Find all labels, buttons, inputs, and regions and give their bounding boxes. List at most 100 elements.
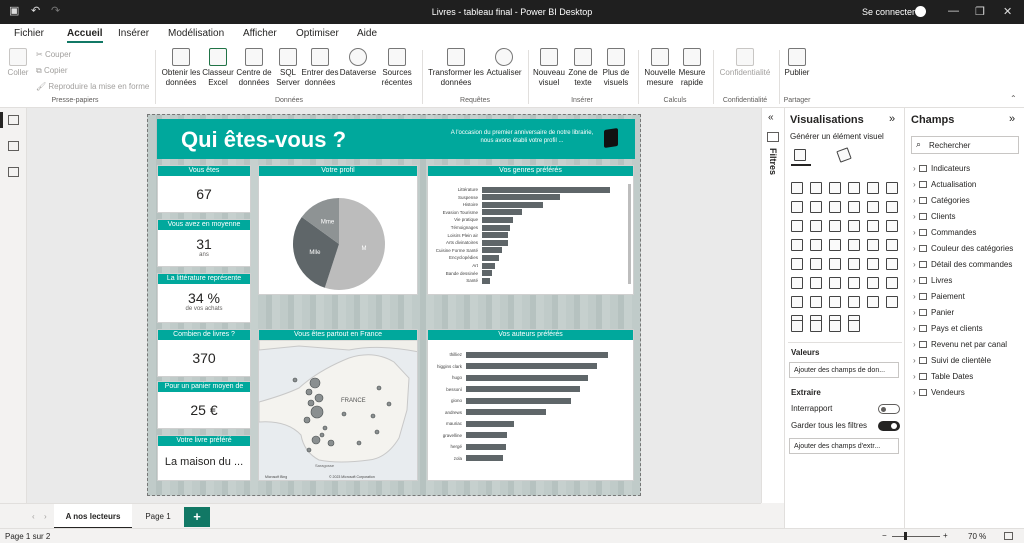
field-table-item[interactable]: › Couleur des catégories [913, 244, 1013, 253]
visual-type-icon[interactable] [791, 277, 803, 289]
avatar[interactable] [915, 6, 926, 17]
field-table-item[interactable]: › Détail des commandes [913, 260, 1012, 269]
get-data-button[interactable]: Obtenir les données [160, 48, 202, 88]
datahub-button[interactable]: Centre de données [235, 48, 273, 88]
bar[interactable] [466, 443, 506, 450]
bar[interactable] [466, 351, 608, 358]
quick-measure-button[interactable]: Mesure rapide [677, 48, 707, 88]
visual-type-icon[interactable] [886, 258, 898, 270]
dataverse-button[interactable]: Dataverse [339, 48, 377, 78]
visual-type-icon[interactable] [791, 220, 803, 232]
bar[interactable] [482, 232, 508, 239]
visual-type-icon[interactable] [829, 182, 841, 194]
bar[interactable] [482, 270, 493, 277]
kpi-card-basket[interactable]: Pour un panier moyen de 25 € [157, 381, 251, 429]
filters-pane-collapsed[interactable]: « Filtres [761, 108, 784, 503]
sensitivity-button[interactable]: Confidentialité [716, 48, 774, 78]
visual-type-icon[interactable] [791, 201, 803, 213]
restore-icon[interactable]: ❐ [975, 5, 985, 18]
zoom-out-icon[interactable]: − [882, 531, 887, 540]
refresh-button[interactable]: Actualiser [485, 48, 523, 78]
custom-visual-icon[interactable] [829, 320, 841, 332]
kpi-card-literature[interactable]: La littérature représente 34 % de vos ac… [157, 273, 251, 323]
more-visuals-button[interactable]: Plus de visuels [600, 48, 632, 88]
field-table-item[interactable]: › Suivi de clientèle [913, 356, 991, 365]
visual-type-icon[interactable] [829, 220, 841, 232]
bar[interactable] [482, 254, 499, 261]
map-bubble[interactable] [303, 416, 311, 424]
tab-afficher[interactable]: Afficher [243, 28, 277, 39]
field-table-item[interactable]: › Pays et clients [913, 324, 983, 333]
map-bubble[interactable] [322, 425, 328, 431]
format-painter-button[interactable]: 🖌 Reproduire la mise en forme [36, 82, 149, 91]
visual-type-icon[interactable] [867, 296, 879, 308]
keep-filters-toggle[interactable] [878, 421, 900, 431]
visual-type-icon[interactable] [791, 239, 803, 251]
visual-type-icon[interactable] [867, 220, 879, 232]
build-visual-tab[interactable] [791, 146, 811, 166]
visual-type-icon[interactable] [829, 258, 841, 270]
visual-type-icon[interactable] [886, 277, 898, 289]
signin-link[interactable]: Se connecter [862, 7, 915, 17]
field-table-item[interactable]: › Livres [913, 276, 952, 285]
zoom-slider[interactable] [892, 536, 940, 537]
visual-type-icon[interactable] [848, 239, 860, 251]
format-visual-tab[interactable] [835, 146, 855, 166]
bar[interactable] [482, 209, 522, 216]
next-page-icon[interactable]: › [44, 512, 47, 521]
bar[interactable] [466, 374, 589, 381]
visual-type-icon[interactable] [829, 277, 841, 289]
bar[interactable] [482, 216, 513, 223]
genres-bar-card[interactable]: Vos genres préférés Littérature Suspense H… [427, 165, 634, 295]
field-table-item[interactable]: › Vendeurs [913, 388, 965, 397]
prev-page-icon[interactable]: ‹ [32, 512, 35, 521]
kpi-card-favorite-book[interactable]: Votre livre préféré La maison du ... [157, 435, 251, 481]
enter-data-button[interactable]: Entrer des données [301, 48, 339, 88]
cut-button[interactable]: ✂ Couper [36, 50, 71, 59]
visual-type-icon[interactable] [810, 182, 822, 194]
field-table-item[interactable]: › Actualisation [913, 180, 976, 189]
values-field-well[interactable]: Ajouter des champs de don... [789, 362, 899, 378]
visual-type-icon[interactable] [810, 239, 822, 251]
visual-type-icon[interactable] [886, 239, 898, 251]
field-table-item[interactable]: › Clients [913, 212, 955, 221]
profile-pie-card[interactable]: Votre profil M Mlle Mme [258, 165, 418, 295]
bar[interactable] [482, 194, 561, 201]
page-tab-page1[interactable]: Page 1 [136, 504, 180, 529]
zoom-thumb[interactable] [904, 532, 907, 540]
collapse-ribbon-icon[interactable]: ⌃ [1010, 94, 1017, 103]
new-visual-button[interactable]: Nouveau visuel [532, 48, 566, 88]
new-measure-button[interactable]: Nouvelle mesure [643, 48, 677, 88]
bar[interactable] [482, 201, 544, 208]
custom-visual-icon[interactable] [848, 320, 860, 332]
map-bubble[interactable] [307, 399, 315, 407]
visual-type-icon[interactable] [829, 296, 841, 308]
bar[interactable] [482, 239, 508, 246]
fit-page-icon[interactable] [1004, 532, 1013, 540]
kpi-card-count[interactable]: Vous êtes 67 [157, 165, 251, 213]
visual-type-icon[interactable] [791, 258, 803, 270]
bar[interactable] [466, 386, 580, 392]
map-bubble[interactable] [309, 377, 321, 389]
visual-type-icon[interactable] [848, 258, 860, 270]
visual-type-icon[interactable] [867, 277, 879, 289]
visual-type-icon[interactable] [886, 296, 898, 308]
zoom-in-icon[interactable]: + [943, 531, 948, 540]
report-view-icon[interactable] [8, 115, 19, 125]
map-bubble[interactable] [306, 447, 312, 453]
cross-report-toggle[interactable] [878, 404, 900, 414]
map-bubble[interactable] [374, 429, 380, 435]
bar[interactable] [482, 224, 511, 231]
custom-visual-icon[interactable] [810, 320, 822, 332]
visual-type-icon[interactable] [886, 220, 898, 232]
visual-type-icon[interactable] [810, 258, 822, 270]
map-bubble[interactable] [327, 439, 335, 447]
visual-type-icon[interactable] [848, 277, 860, 289]
field-table-item[interactable]: › Commandes [913, 228, 976, 237]
bar[interactable] [482, 247, 503, 254]
field-table-item[interactable]: › Table Dates [913, 372, 973, 381]
visual-type-icon[interactable] [810, 277, 822, 289]
collapse-viz-icon[interactable]: » [889, 113, 895, 125]
tab-fichier[interactable]: Fichier [14, 28, 44, 39]
table-view-icon[interactable] [8, 141, 19, 151]
